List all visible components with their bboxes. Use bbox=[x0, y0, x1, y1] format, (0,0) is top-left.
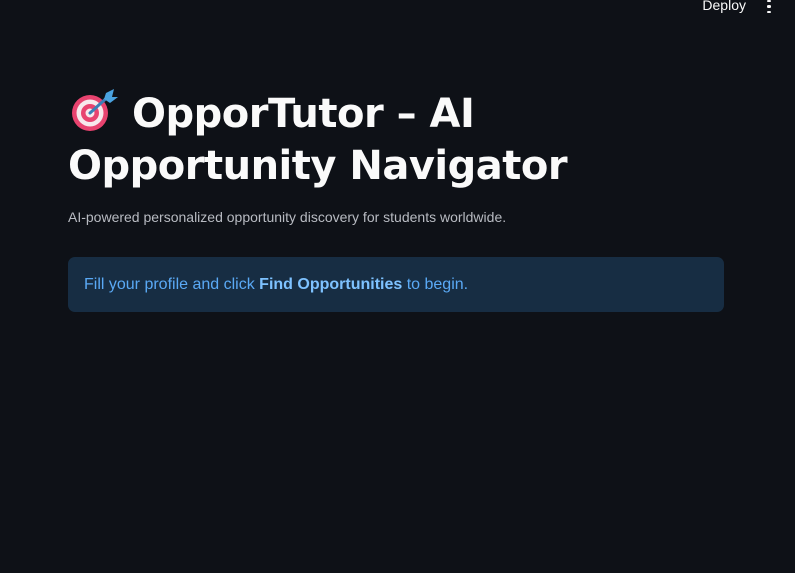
info-alert: Fill your profile and click Find Opportu… bbox=[68, 257, 724, 312]
deploy-button[interactable]: Deploy bbox=[702, 0, 746, 13]
info-suffix: to begin. bbox=[402, 275, 469, 293]
menu-dot bbox=[767, 10, 771, 13]
info-text: Fill your profile and click Find Opportu… bbox=[84, 276, 468, 294]
menu-dot bbox=[767, 5, 771, 8]
page-subtitle: AI-powered personalized opportunity disc… bbox=[68, 209, 507, 225]
main-menu-icon[interactable] bbox=[762, 0, 776, 13]
page-title: OpporTutor – AI Opportunity Navigator bbox=[68, 88, 724, 192]
app-header: Deploy bbox=[0, 0, 795, 16]
app-root: Deploy OpporTutor – AI Opportunity Navig… bbox=[0, 0, 795, 573]
menu-dot bbox=[767, 0, 771, 3]
info-emphasis: Find Opportunities bbox=[259, 275, 403, 293]
target-icon bbox=[68, 89, 120, 133]
page-title-text: OpporTutor – AI Opportunity Navigator bbox=[68, 91, 568, 189]
info-prefix: Fill your profile and click bbox=[84, 275, 260, 293]
main-content: OpporTutor – AI Opportunity Navigator AI… bbox=[68, 88, 724, 312]
